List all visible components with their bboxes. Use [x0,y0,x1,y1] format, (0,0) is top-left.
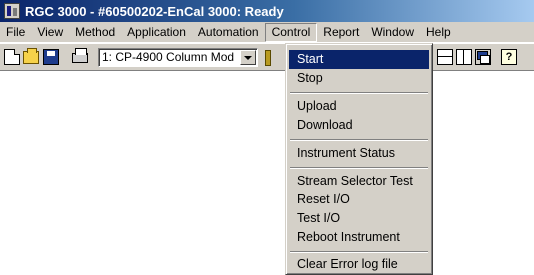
toolbar-button-icon[interactable] [265,50,271,66]
tile-vertical-icon[interactable] [456,49,472,65]
title-bar[interactable]: RGC 3000 - #60500202-EnCal 3000: Ready [0,0,534,22]
menu-item-reboot-instrument[interactable]: Reboot Instrument [289,228,429,247]
menu-separator [290,167,428,169]
menu-item-stream-selector-test[interactable]: Stream Selector Test [289,172,429,191]
menu-item-start[interactable]: Start [289,50,429,69]
menu-separator [290,92,428,94]
open-icon[interactable] [23,48,39,64]
menu-separator [290,251,428,253]
menu-view[interactable]: View [31,23,69,42]
menu-bar: File View Method Application Automation … [0,22,534,43]
menu-separator [290,139,428,141]
column-module-select[interactable]: 1: CP-4900 Column Mod [98,48,258,67]
app-icon[interactable] [4,3,20,19]
menu-report[interactable]: Report [317,23,365,42]
menu-application[interactable]: Application [121,23,192,42]
menu-file[interactable]: File [0,23,31,42]
menu-item-reset-io[interactable]: Reset I/O [289,190,429,209]
new-icon[interactable] [4,49,20,65]
menu-item-clear-error-log[interactable]: Clear Error log file [289,255,429,274]
toolbar: 1: CP-4900 Column Mod ? [0,43,534,71]
menu-method[interactable]: Method [69,23,121,42]
menu-item-test-io[interactable]: Test I/O [289,209,429,228]
menu-item-download[interactable]: Download [289,116,429,135]
chevron-down-icon[interactable] [240,50,256,65]
menu-window[interactable]: Window [365,23,420,42]
window-title: RGC 3000 - #60500202-EnCal 3000: Ready [25,3,284,19]
column-module-select-value: 1: CP-4900 Column Mod [102,50,235,64]
menu-control[interactable]: Control [264,22,318,42]
menu-automation[interactable]: Automation [192,23,265,42]
save-icon[interactable] [43,49,59,65]
cascade-icon[interactable] [475,49,491,65]
print-icon[interactable] [72,48,88,63]
menu-help[interactable]: Help [420,23,457,42]
tile-horizontal-icon[interactable] [437,49,453,65]
control-menu: Start Stop Upload Download Instrument St… [285,43,433,275]
help-icon[interactable]: ? [501,49,517,65]
menu-item-stop[interactable]: Stop [289,69,429,88]
menu-item-instrument-status[interactable]: Instrument Status [289,144,429,163]
menu-item-upload[interactable]: Upload [289,97,429,116]
